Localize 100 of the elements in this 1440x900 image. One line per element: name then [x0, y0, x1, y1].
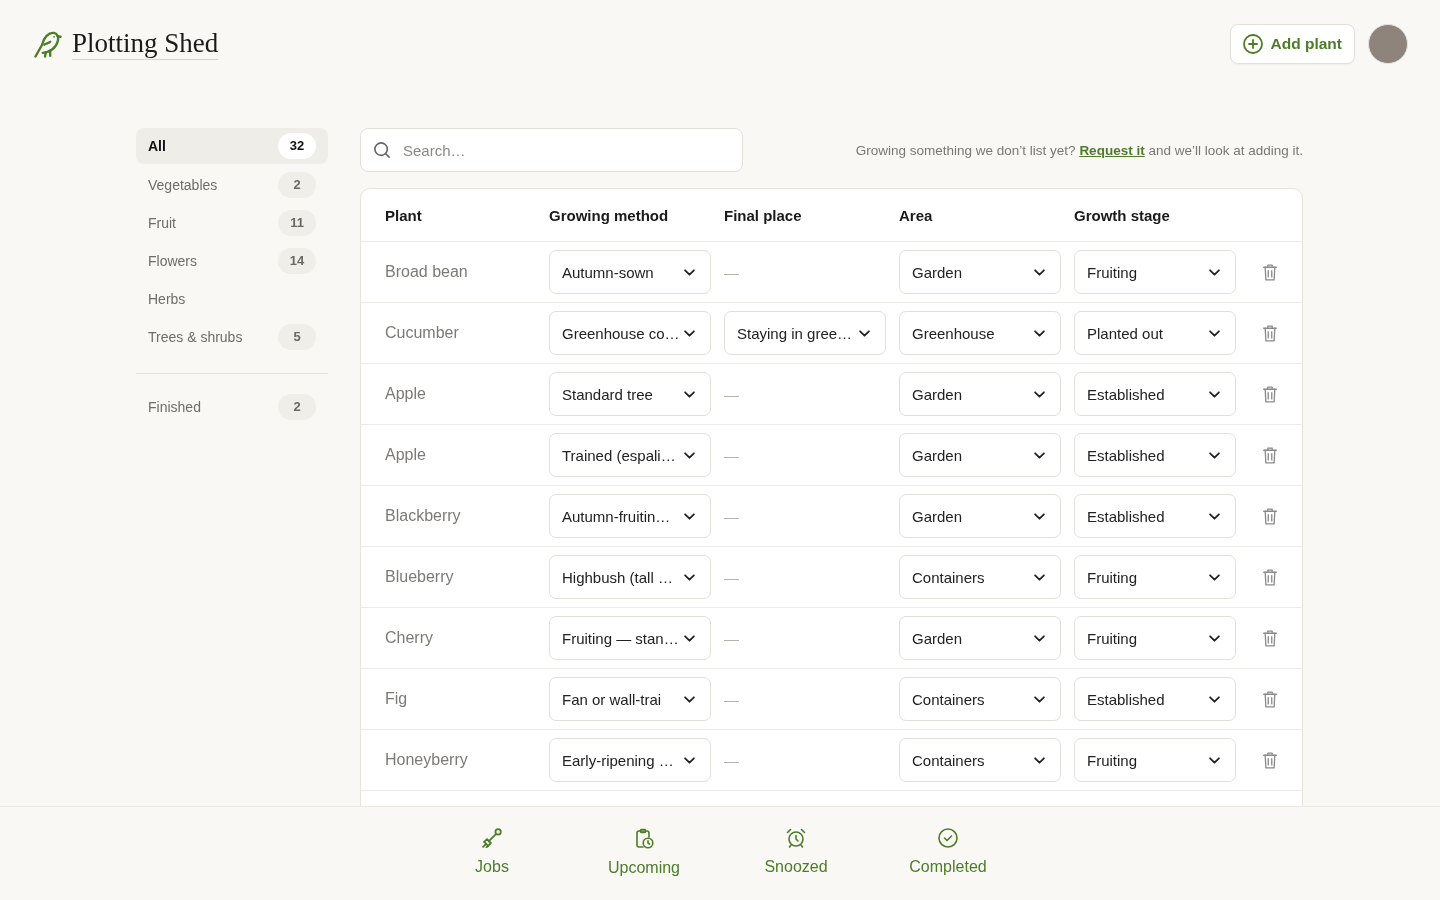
chevron-down-icon	[1034, 512, 1045, 520]
trash-icon[interactable]	[1263, 324, 1277, 342]
plant-name: Fig	[385, 690, 409, 708]
trash-icon[interactable]	[1263, 385, 1277, 403]
category-label: Herbs	[148, 291, 186, 307]
chevron-down-icon	[684, 512, 695, 520]
trash-icon[interactable]	[1263, 507, 1277, 525]
category-item[interactable]: Flowers 14	[136, 242, 328, 280]
bird-logo-icon	[34, 30, 62, 58]
growing-method-select[interactable]: Fruiting — stan…	[549, 616, 711, 660]
trash-icon[interactable]	[1263, 446, 1277, 464]
chevron-down-icon	[1034, 451, 1045, 459]
category-item[interactable]: Herbs	[136, 280, 328, 318]
check-circle-icon	[938, 828, 958, 848]
growing-method-select[interactable]: Highbush (tall …	[549, 555, 711, 599]
growth-stage-select[interactable]: Fruiting	[1074, 250, 1236, 294]
growth-stage-select[interactable]: Established	[1074, 677, 1236, 721]
chevron-down-icon	[1034, 573, 1045, 581]
category-item[interactable]: Finished 2	[136, 388, 328, 426]
category-item[interactable]: All 32	[136, 128, 328, 164]
category-item[interactable]: Fruit 11	[136, 204, 328, 242]
brand-name[interactable]: Plotting Shed	[72, 28, 219, 60]
growing-method-select[interactable]: Early-ripening …	[549, 738, 711, 782]
count-badge: 14	[278, 248, 316, 274]
column-header: Area	[899, 206, 934, 224]
area-select[interactable]: Containers	[899, 677, 1061, 721]
growth-stage-select[interactable]: Established	[1074, 372, 1236, 416]
trash-icon[interactable]	[1263, 751, 1277, 769]
growth-stage-select[interactable]: Established	[1074, 433, 1236, 477]
chevron-down-icon	[1034, 268, 1045, 276]
add-plant-button[interactable]: Add plant	[1229, 24, 1355, 64]
growing-method-select[interactable]: Standard tree	[549, 372, 711, 416]
growing-method-select[interactable]: Autumn-sown	[549, 250, 711, 294]
plant-name: Apple	[385, 385, 427, 403]
plant-name: Cucumber	[385, 324, 460, 342]
nav-tab[interactable]: Jobs	[416, 807, 568, 900]
growth-stage-select[interactable]: Fruiting	[1074, 555, 1236, 599]
chevron-down-icon	[1209, 695, 1220, 703]
growing-method-select[interactable]: Greenhouse co…	[549, 311, 711, 355]
area-select[interactable]: Garden	[899, 250, 1061, 294]
category-label: Fruit	[148, 215, 176, 231]
column-header: Plant	[385, 206, 423, 224]
search-icon	[374, 142, 390, 158]
plus-circle-icon	[1242, 34, 1263, 54]
chevron-down-icon	[684, 268, 695, 276]
growing-method-select[interactable]: Trained (espali…	[549, 433, 711, 477]
growing-method-select[interactable]: Fan or wall-trai	[549, 677, 711, 721]
empty-dash: —	[724, 507, 739, 525]
count-badge: 2	[278, 394, 316, 420]
request-link[interactable]: Request it	[1079, 142, 1145, 158]
growth-stage-select[interactable]: Fruiting	[1074, 616, 1236, 660]
trash-icon[interactable]	[1263, 690, 1277, 708]
chevron-down-icon	[1209, 634, 1220, 642]
chevron-down-icon	[684, 390, 695, 398]
chevron-down-icon	[1209, 512, 1220, 520]
chevron-down-icon	[684, 756, 695, 764]
category-item[interactable]: Trees & shrubs 5	[136, 318, 328, 356]
nav-tab[interactable]: Upcoming	[568, 807, 720, 900]
category-item[interactable]: Vegetables 2	[136, 166, 328, 204]
chevron-down-icon	[1034, 756, 1045, 764]
area-select[interactable]: Garden	[899, 494, 1061, 538]
column-header: Growing method	[549, 206, 670, 224]
chevron-down-icon	[1209, 390, 1220, 398]
area-select[interactable]: Garden	[899, 616, 1061, 660]
chevron-down-icon	[1034, 390, 1045, 398]
trash-icon[interactable]	[1263, 568, 1277, 586]
chevron-down-icon	[1034, 695, 1045, 703]
category-label: Vegetables	[148, 177, 218, 193]
trash-icon[interactable]	[1263, 629, 1277, 647]
area-select[interactable]: Garden	[899, 433, 1061, 477]
clipboard-clock-icon	[634, 828, 654, 849]
area-select[interactable]: Greenhouse	[899, 311, 1061, 355]
category-label: Flowers	[148, 253, 197, 269]
area-select[interactable]: Garden	[899, 372, 1061, 416]
plant-name: Blackberry	[385, 507, 462, 525]
column-header: Final place	[724, 206, 803, 224]
growing-method-select[interactable]: Autumn-fruitin…	[549, 494, 711, 538]
empty-dash: —	[724, 629, 739, 647]
area-select[interactable]: Containers	[899, 555, 1061, 599]
chevron-down-icon	[1034, 634, 1045, 642]
growth-stage-select[interactable]: Planted out	[1074, 311, 1236, 355]
growth-stage-select[interactable]: Established	[1074, 494, 1236, 538]
chevron-down-icon	[684, 634, 695, 642]
empty-dash: —	[724, 568, 739, 586]
plant-name: Cherry	[385, 629, 434, 647]
growth-stage-select[interactable]: Fruiting	[1074, 738, 1236, 782]
chevron-down-icon	[1209, 329, 1220, 337]
nav-tab[interactable]: Snoozed	[720, 807, 872, 900]
column-header: Growth stage	[1074, 206, 1171, 224]
avatar-placeholder[interactable]	[1368, 24, 1408, 64]
search-field[interactable]: Search…	[360, 128, 743, 172]
empty-dash: —	[724, 446, 739, 464]
nav-tab[interactable]: Completed	[872, 807, 1024, 900]
chevron-down-icon	[684, 329, 695, 337]
final-place-select[interactable]: Staying in gree…	[724, 311, 886, 355]
chevron-down-icon	[1034, 329, 1045, 337]
empty-dash: —	[724, 751, 739, 769]
request-notice: Growing something we don’t list yet? Request it and we’ll look at adding it.	[855, 142, 1303, 158]
trash-icon[interactable]	[1263, 263, 1277, 281]
area-select[interactable]: Containers	[899, 738, 1061, 782]
